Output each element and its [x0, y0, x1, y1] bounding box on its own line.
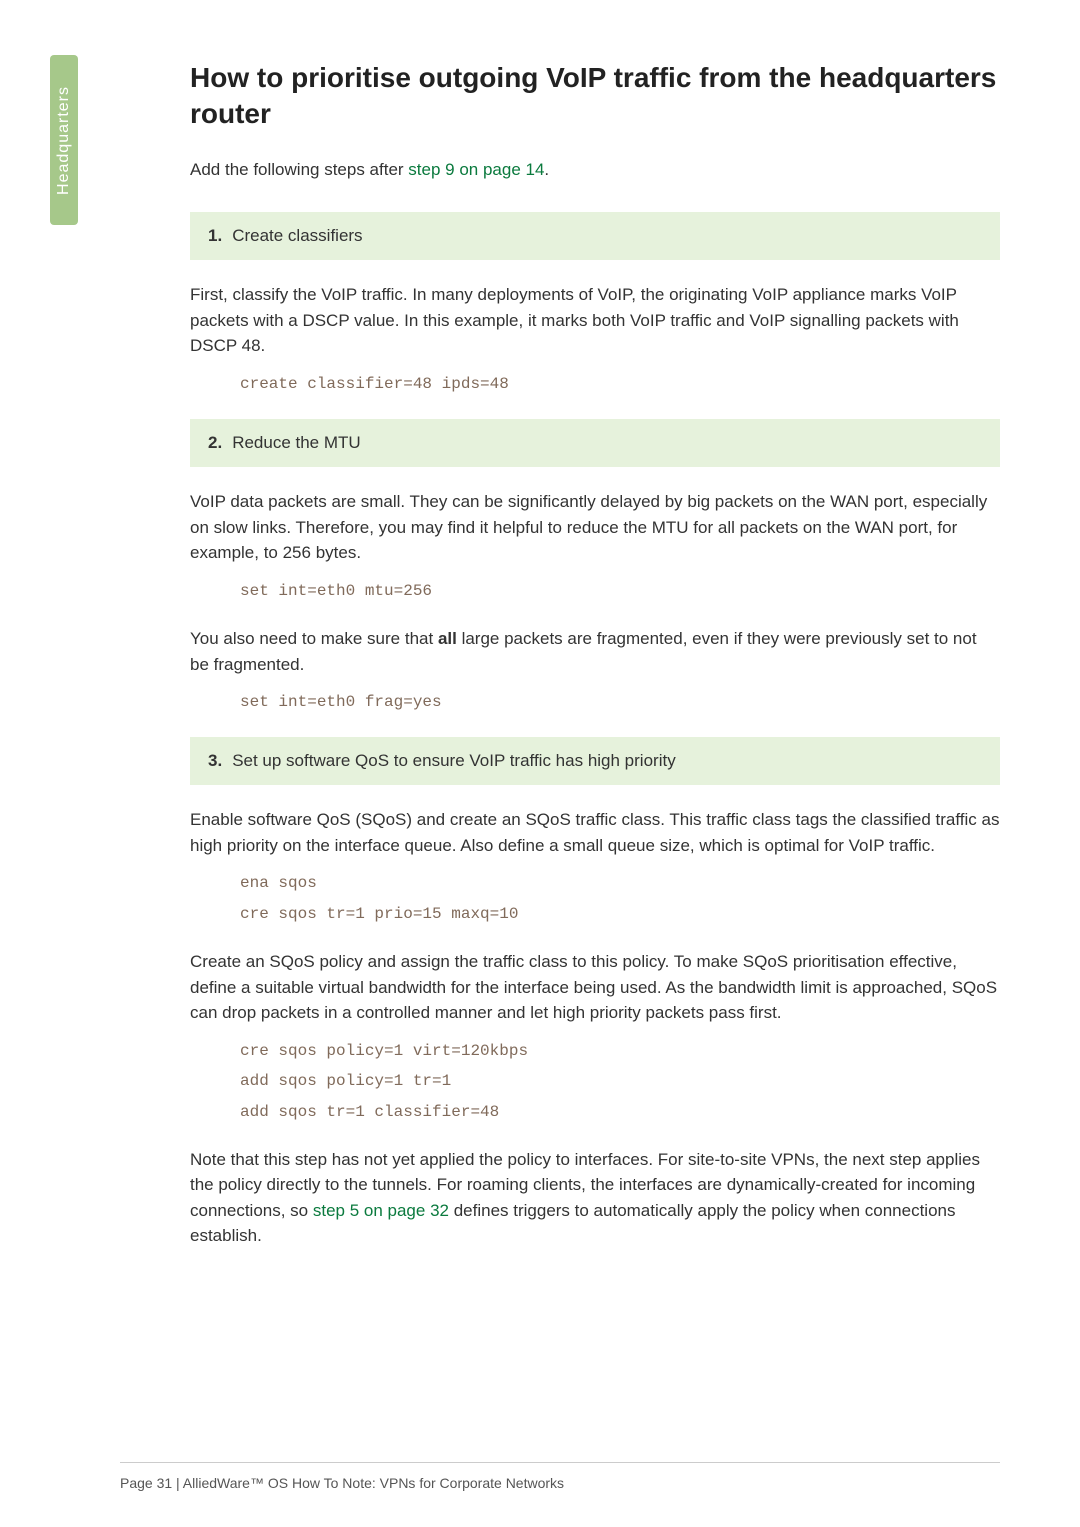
step-3-code-2: cre sqos policy=1 virt=120kbps add sqos … — [240, 1036, 1000, 1127]
step-3-paragraph-1: Enable software QoS (SQoS) and create an… — [190, 807, 1000, 858]
sidebar-label: Headquarters — [55, 86, 73, 195]
step-2-para2-pre: You also need to make sure that — [190, 629, 438, 648]
step-1-header: 1. Create classifiers — [190, 212, 1000, 260]
page-footer: Page 31 | AlliedWare™ OS How To Note: VP… — [120, 1462, 1000, 1491]
step-1-label: Create classifiers — [232, 226, 362, 245]
intro-paragraph: Add the following steps after step 9 on … — [190, 157, 1000, 183]
step-1-paragraph: First, classify the VoIP traffic. In man… — [190, 282, 1000, 359]
step-3-num: 3. — [208, 751, 222, 770]
step-2-header: 2. Reduce the MTU — [190, 419, 1000, 467]
step-3-header: 3. Set up software QoS to ensure VoIP tra… — [190, 737, 1000, 785]
step-3-paragraph-3: Note that this step has not yet applied … — [190, 1147, 1000, 1249]
intro-post: . — [544, 160, 549, 179]
step-3-code-1: ena sqos cre sqos tr=1 prio=15 maxq=10 — [240, 868, 1000, 929]
step-2-label: Reduce the MTU — [232, 433, 361, 452]
step-3-link[interactable]: step 5 on page 32 — [313, 1201, 449, 1220]
intro-pre: Add the following steps after — [190, 160, 408, 179]
step-2-code-1: set int=eth0 mtu=256 — [240, 576, 1000, 606]
step-2-paragraph-1: VoIP data packets are small. They can be… — [190, 489, 1000, 566]
step-2-paragraph-2: You also need to make sure that all larg… — [190, 626, 1000, 677]
step-3-label: Set up software QoS to ensure VoIP traff… — [232, 751, 676, 770]
step-1-num: 1. — [208, 226, 222, 245]
step-1-code: create classifier=48 ipds=48 — [240, 369, 1000, 399]
intro-link[interactable]: step 9 on page 14 — [408, 160, 544, 179]
sidebar-tab: Headquarters — [50, 55, 78, 225]
step-2-num: 2. — [208, 433, 222, 452]
step-2-para2-bold: all — [438, 629, 457, 648]
step-2-code-2: set int=eth0 frag=yes — [240, 687, 1000, 717]
step-3-paragraph-2: Create an SQoS policy and assign the tra… — [190, 949, 1000, 1026]
page-title: How to prioritise outgoing VoIP traffic … — [190, 60, 1000, 133]
